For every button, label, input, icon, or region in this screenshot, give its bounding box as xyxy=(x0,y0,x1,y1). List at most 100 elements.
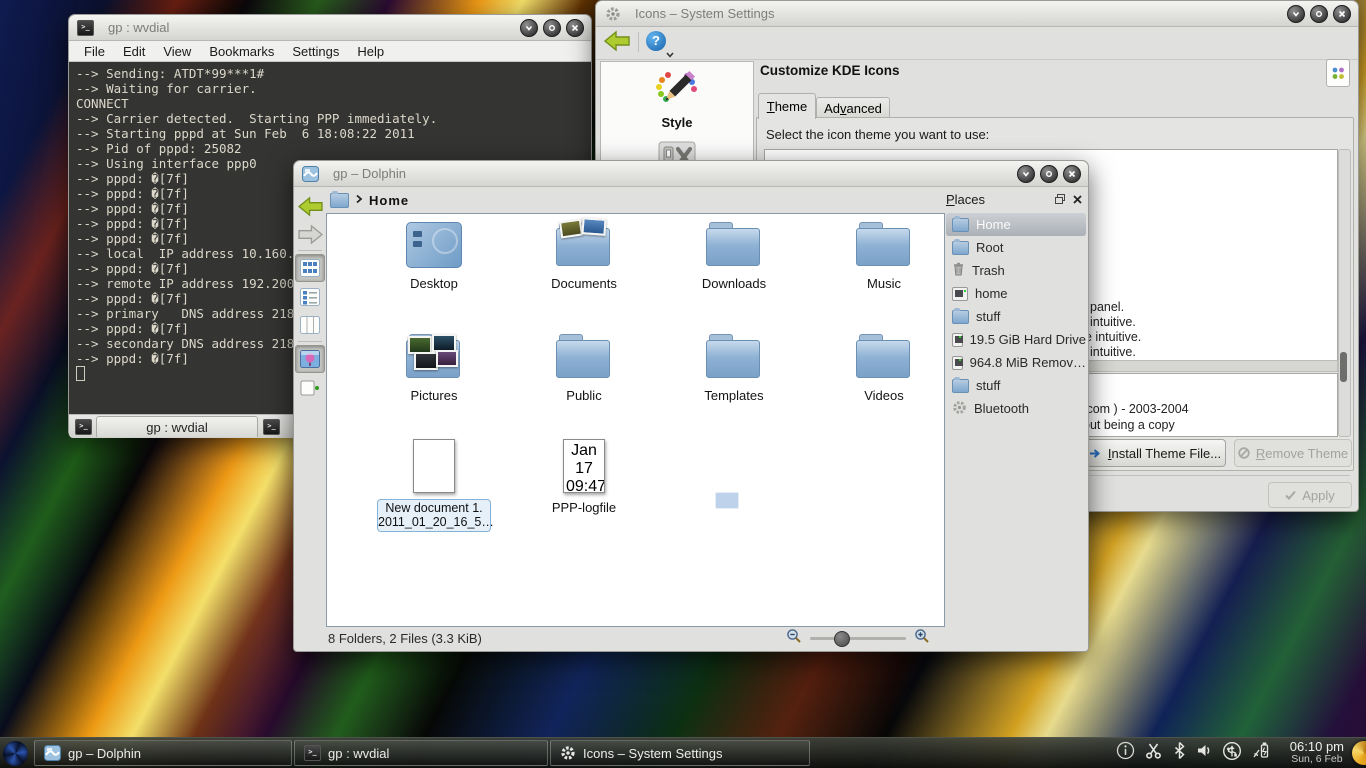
desktop: { "colors": { "accent_selection": "#a0c4… xyxy=(0,0,1366,768)
help-icon[interactable]: ? xyxy=(646,31,666,51)
klipper-scissors-icon[interactable] xyxy=(1144,741,1163,765)
places-item-stuff-2[interactable]: stuff xyxy=(946,374,1086,397)
battery-icon[interactable] xyxy=(1251,741,1270,765)
close-button[interactable] xyxy=(566,19,584,37)
dolphin-statusbar: 8 Folders, 2 Files (3.3 KiB) xyxy=(294,625,1088,651)
overview-icon[interactable] xyxy=(1326,59,1350,87)
close-panel-icon[interactable] xyxy=(1073,192,1082,207)
clock[interactable]: 06:10 pm Sun, 6 Feb xyxy=(1290,740,1344,766)
dolphin-icon-view[interactable]: Desktop Documents Downloads Music xyxy=(326,213,945,627)
places-item-bluetooth[interactable]: Bluetooth xyxy=(946,397,1086,420)
minimize-button[interactable] xyxy=(1287,5,1305,23)
file-new-document[interactable]: New document 1. 2011_01_20_16_5… xyxy=(374,439,494,532)
system-settings-window-title: Icons – System Settings xyxy=(635,6,774,21)
menu-settings[interactable]: Settings xyxy=(285,44,346,59)
sidebar-item-style[interactable]: Style xyxy=(601,62,753,130)
desktop-folder-icon xyxy=(406,222,462,268)
home-folder-icon[interactable] xyxy=(330,193,349,208)
vertical-scrollbar[interactable] xyxy=(1338,149,1351,437)
maximize-button[interactable] xyxy=(1040,165,1058,183)
places-title: Places xyxy=(946,192,985,207)
new-tab-icon[interactable]: >_ xyxy=(75,419,92,435)
menu-help[interactable]: Help xyxy=(350,44,391,59)
forward-arrow-icon[interactable] xyxy=(296,221,324,247)
maximize-button[interactable] xyxy=(543,19,561,37)
places-item-removable[interactable]: 964.8 MiB Remov… xyxy=(946,351,1086,374)
info-icon[interactable] xyxy=(1116,741,1135,765)
folder-music[interactable]: Music xyxy=(824,222,944,291)
menu-file[interactable]: File xyxy=(77,44,112,59)
folder-pictures[interactable]: Pictures xyxy=(374,334,494,403)
menu-edit[interactable]: Edit xyxy=(116,44,152,59)
toolbar-separator xyxy=(638,32,639,52)
theme-description-fragment: out being a copy xyxy=(1083,418,1175,432)
folder-documents[interactable]: Documents xyxy=(524,222,644,291)
app-launcher-icon[interactable] xyxy=(3,741,28,766)
menu-bookmarks[interactable]: Bookmarks xyxy=(202,44,281,59)
task-wvdial[interactable]: >_ gp : wvdial xyxy=(294,740,548,766)
folder-icon xyxy=(952,379,969,393)
back-arrow-icon[interactable] xyxy=(604,30,630,57)
checkmark-icon xyxy=(1285,490,1296,500)
tab-advanced[interactable]: Advanced xyxy=(816,97,890,119)
folder-desktop[interactable]: Desktop xyxy=(374,222,494,291)
install-theme-file-button[interactable]: Install Theme File... xyxy=(1084,439,1226,467)
zoom-slider[interactable] xyxy=(810,631,906,645)
terminal-tab[interactable]: gp : wvdial xyxy=(96,416,258,437)
terminal-titlebar[interactable]: >_ gp : wvdial xyxy=(69,15,591,41)
terminal-line: --> Waiting for carrier. xyxy=(76,81,584,96)
task-system-settings[interactable]: Icons – System Settings xyxy=(550,740,810,766)
clock-date: Sun, 6 Feb xyxy=(1290,754,1344,766)
dolphin-window-title: gp – Dolphin xyxy=(333,166,406,181)
usb-device-icon[interactable] xyxy=(1222,741,1242,766)
places-item-root[interactable]: Root xyxy=(946,236,1086,259)
places-item-stuff-1[interactable]: stuff xyxy=(946,305,1086,328)
file-label-selected: New document 1. 2011_01_20_16_5… xyxy=(377,499,491,532)
apply-button[interactable]: Apply xyxy=(1268,482,1352,508)
close-button[interactable] xyxy=(1063,165,1081,183)
preview-icon[interactable] xyxy=(295,345,325,373)
dolphin-titlebar[interactable]: gp – Dolphin xyxy=(294,161,1088,187)
menu-view[interactable]: View xyxy=(156,44,198,59)
scrollbar-thumb[interactable] xyxy=(1340,352,1347,382)
back-arrow-icon[interactable] xyxy=(296,193,324,219)
float-panel-icon[interactable] xyxy=(1055,192,1065,207)
terminal-line: CONNECT xyxy=(76,96,584,111)
columns-view-icon[interactable] xyxy=(296,312,324,338)
places-item-home-partition[interactable]: home xyxy=(946,282,1086,305)
status-summary: 8 Folders, 2 Files (3.3 KiB) xyxy=(328,631,482,646)
zoom-slider-handle[interactable] xyxy=(834,631,850,647)
tab-theme[interactable]: Theme xyxy=(758,93,816,119)
gear-icon xyxy=(605,6,621,22)
panel-cashew-icon[interactable] xyxy=(1352,741,1366,765)
icons-view-icon[interactable] xyxy=(295,254,325,282)
minimize-button[interactable] xyxy=(520,19,538,37)
places-item-trash[interactable]: Trash xyxy=(946,259,1086,282)
places-panel: Places Home Root Trash home stuff xyxy=(946,189,1086,625)
folder-downloads[interactable]: Downloads xyxy=(674,222,794,291)
file-ppp-logfile[interactable]: Jan 17 09:47:18 gp-Aspire-5738 pppd[1946… xyxy=(524,439,644,515)
folder-videos[interactable]: Videos xyxy=(824,334,944,403)
minimize-button[interactable] xyxy=(1017,165,1035,183)
zoom-in-icon[interactable] xyxy=(914,628,930,649)
volume-icon[interactable] xyxy=(1196,742,1213,764)
maximize-button[interactable] xyxy=(1310,5,1328,23)
places-item-hard-drive[interactable]: 19.5 GiB Hard Drive xyxy=(946,328,1086,351)
task-dolphin[interactable]: gp – Dolphin xyxy=(34,740,292,766)
folder-templates[interactable]: Templates xyxy=(674,334,794,403)
split-view-icon[interactable] xyxy=(296,375,324,401)
theme-list-item-fragment: intuitive. xyxy=(1090,315,1136,329)
terminal-tab-label: gp : wvdial xyxy=(146,420,207,435)
breadcrumb-home[interactable]: Home xyxy=(369,193,409,208)
zoom-out-icon[interactable] xyxy=(786,628,802,649)
system-settings-titlebar[interactable]: Icons – System Settings xyxy=(596,1,1358,27)
places-item-home[interactable]: Home xyxy=(946,213,1086,236)
tab-list-icon[interactable]: >_ xyxy=(263,419,280,435)
close-button[interactable] xyxy=(1333,5,1351,23)
bluetooth-icon[interactable] xyxy=(1172,741,1187,765)
details-view-icon[interactable] xyxy=(296,284,324,310)
folder-icon xyxy=(556,334,612,380)
bluetooth-gear-icon xyxy=(952,400,967,418)
folder-public[interactable]: Public xyxy=(524,334,644,403)
remove-theme-button[interactable]: Remove Theme xyxy=(1234,439,1352,467)
